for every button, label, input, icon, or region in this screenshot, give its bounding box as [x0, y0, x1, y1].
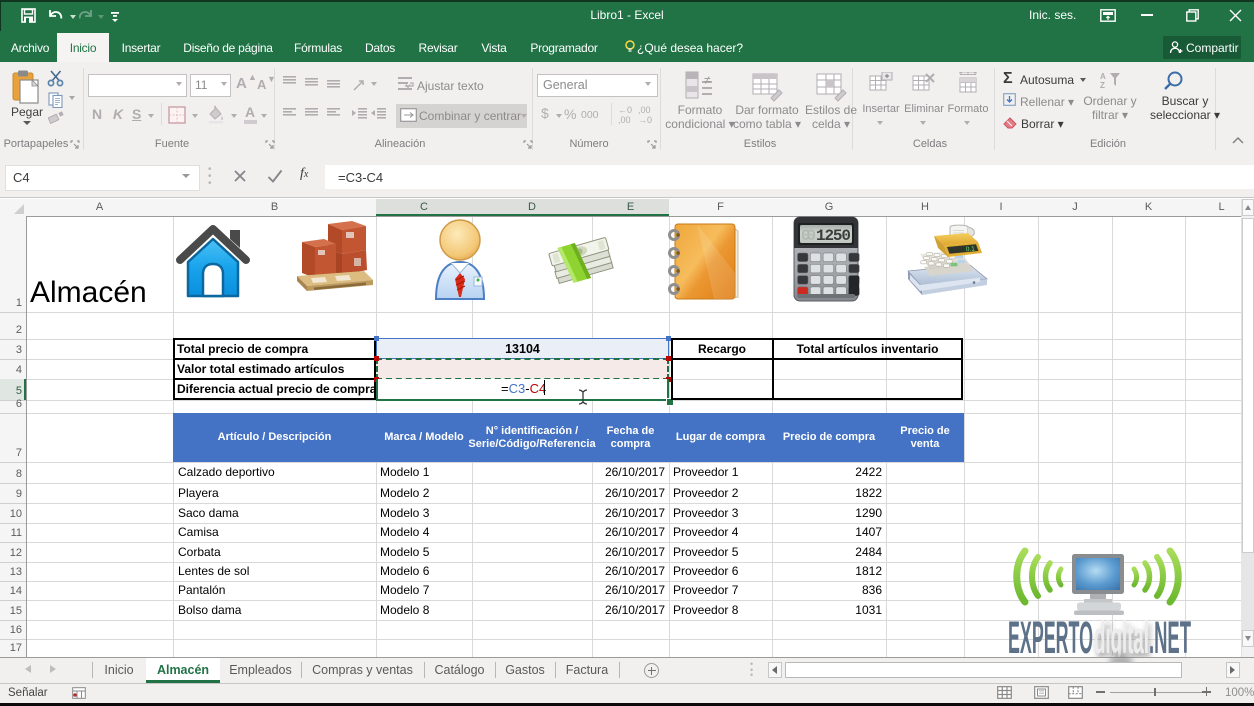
svg-text:EXPERTO: EXPERTO: [1008, 619, 1093, 661]
svg-text:≠: ≠: [704, 73, 711, 87]
svg-text:0.1: 0.1: [966, 245, 976, 253]
svg-text:A: A: [1100, 72, 1106, 81]
svg-text:00: 00: [801, 227, 816, 245]
svg-text:1250: 1250: [816, 227, 851, 245]
svg-text:.NET: .NET: [1149, 619, 1191, 661]
svg-text:Z: Z: [1100, 81, 1105, 89]
